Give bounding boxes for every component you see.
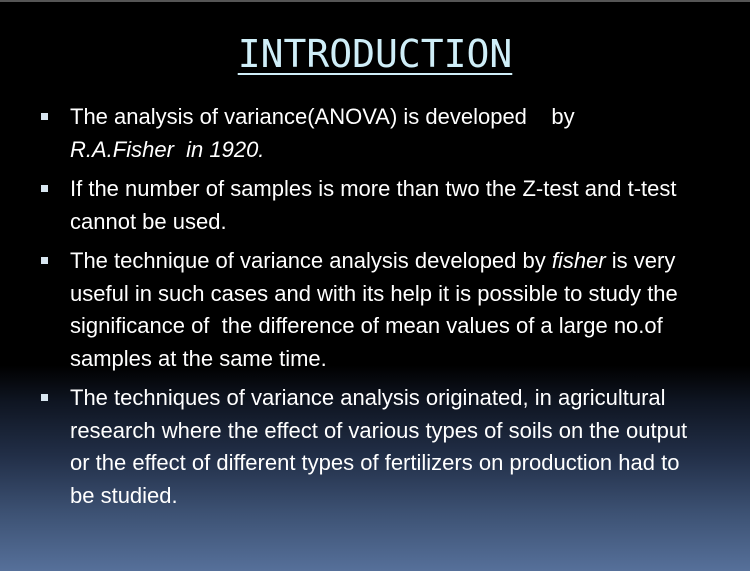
bullet-text-before: The technique of variance analysis devel… <box>70 248 552 273</box>
bullet-item-ztest: If the number of samples is more than tw… <box>40 173 710 238</box>
bullet-list: The analysis of variance(ANOVA) is devel… <box>40 101 710 519</box>
slide-title: INTRODUCTION <box>237 32 513 76</box>
bullet-text: If the number of samples is more than tw… <box>70 176 677 234</box>
bullet-text: The techniques of variance analysis orig… <box>70 385 688 508</box>
square-bullet-icon <box>41 257 48 264</box>
bullet-item-agricultural: The techniques of variance analysis orig… <box>40 382 710 512</box>
square-bullet-icon <box>41 185 48 192</box>
bullet-item-anova-origin: The analysis of variance(ANOVA) is devel… <box>40 101 710 166</box>
square-bullet-icon <box>41 113 48 120</box>
bullet-item-technique: The technique of variance analysis devel… <box>40 245 710 375</box>
bullet-text-line1: The analysis of variance(ANOVA) is devel… <box>70 104 575 129</box>
bullet-text-fisher: fisher <box>551 248 606 273</box>
top-border-line <box>0 0 750 2</box>
square-bullet-icon <box>41 394 48 401</box>
bullet-text-author: R.A.Fisher in 1920. <box>70 136 265 162</box>
